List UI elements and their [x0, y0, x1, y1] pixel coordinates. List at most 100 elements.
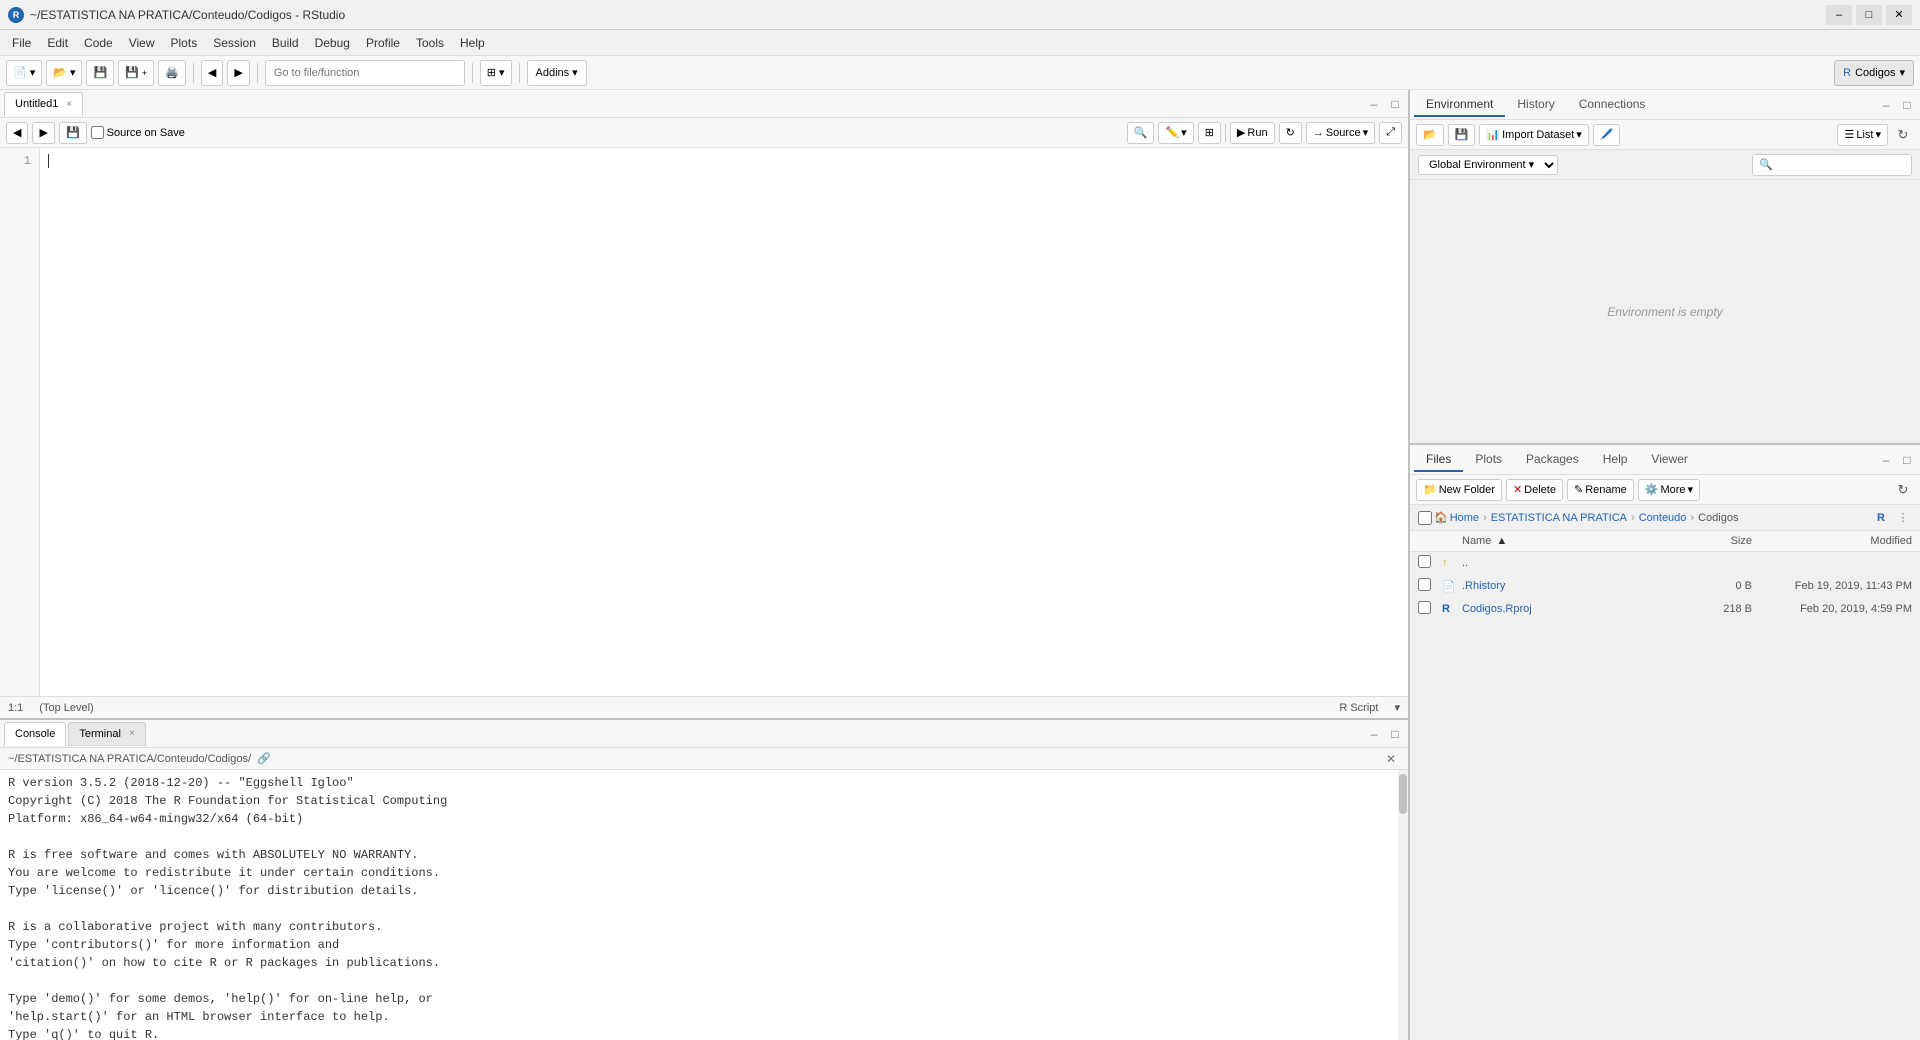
- rproj-check-input[interactable]: [1418, 601, 1431, 614]
- find-button[interactable]: 🔍: [1127, 122, 1155, 144]
- menu-debug[interactable]: Debug: [307, 34, 358, 52]
- source-button[interactable]: → Source ▾: [1306, 122, 1375, 144]
- editor-content[interactable]: 1: [0, 148, 1408, 696]
- modified-col-header[interactable]: Modified: [1752, 535, 1912, 547]
- console-minimize-button[interactable]: –: [1365, 725, 1383, 743]
- new-file-button[interactable]: 📄 ▾: [6, 60, 42, 86]
- back-button[interactable]: ◀: [201, 60, 223, 86]
- compile-button[interactable]: ⊞: [1198, 122, 1221, 144]
- menu-code[interactable]: Code: [76, 34, 121, 52]
- forward-button[interactable]: ▶: [227, 60, 249, 86]
- console-maximize-button[interactable]: □: [1386, 725, 1404, 743]
- file-row-rproj[interactable]: R Codigos.Rproj 218 B Feb 20, 2019, 4:59…: [1410, 598, 1920, 621]
- files-minimize-button[interactable]: –: [1877, 451, 1895, 469]
- console-clear-button[interactable]: ✕: [1382, 750, 1400, 768]
- rproj-checkbox[interactable]: [1418, 601, 1442, 617]
- editor-tab-untitled1[interactable]: Untitled1 ×: [4, 92, 83, 116]
- env-load-button[interactable]: 📂: [1416, 124, 1444, 146]
- menu-edit[interactable]: Edit: [39, 34, 76, 52]
- parent-check-input[interactable]: [1418, 555, 1431, 568]
- breadcrumb-more-button[interactable]: ⋮: [1894, 509, 1912, 527]
- tab-viewer[interactable]: Viewer: [1639, 448, 1699, 472]
- new-folder-button[interactable]: 📁 New Folder: [1416, 479, 1502, 501]
- console-scrollthumb[interactable]: [1399, 774, 1407, 814]
- code-tools-button[interactable]: ✏️ ▾: [1158, 122, 1193, 144]
- file-row-rhistory[interactable]: 📄 .Rhistory 0 B Feb 19, 2019, 11:43 PM: [1410, 575, 1920, 598]
- rproj-name[interactable]: Codigos.Rproj: [1462, 603, 1672, 615]
- menu-file[interactable]: File: [4, 34, 39, 52]
- env-maximize-button[interactable]: □: [1898, 96, 1916, 114]
- menu-help[interactable]: Help: [452, 34, 493, 52]
- env-refresh-button[interactable]: ↻: [1892, 124, 1914, 146]
- rhistory-name[interactable]: .Rhistory: [1462, 580, 1672, 592]
- parent-name[interactable]: ..: [1462, 557, 1672, 569]
- parent-checkbox[interactable]: [1418, 555, 1442, 571]
- breadcrumb-path2[interactable]: Conteudo: [1639, 512, 1687, 524]
- env-select[interactable]: Global Environment ▾: [1418, 155, 1558, 175]
- env-save-button[interactable]: 💾: [1448, 124, 1476, 146]
- menu-build[interactable]: Build: [264, 34, 307, 52]
- breadcrumb-path1[interactable]: ESTATISTICA NA PRATICA: [1491, 512, 1627, 524]
- env-clear-button[interactable]: 🖊️: [1593, 124, 1621, 146]
- env-panel-tabs: Environment History Connections – □: [1410, 90, 1920, 120]
- menu-plots[interactable]: Plots: [163, 34, 206, 52]
- size-col-header[interactable]: Size: [1672, 535, 1752, 547]
- menu-view[interactable]: View: [121, 34, 163, 52]
- console-tab[interactable]: Console: [4, 722, 66, 746]
- rhistory-checkbox[interactable]: [1418, 578, 1442, 594]
- tab-help[interactable]: Help: [1591, 448, 1640, 472]
- go-to-input[interactable]: [265, 60, 465, 86]
- editor-area[interactable]: [40, 148, 1408, 696]
- menu-tools[interactable]: Tools: [408, 34, 452, 52]
- run-button[interactable]: ▶ Run: [1230, 122, 1275, 144]
- breadcrumb-refresh-button[interactable]: R: [1870, 507, 1892, 529]
- tab-files[interactable]: Files: [1414, 448, 1463, 472]
- editor-maximize-button[interactable]: □: [1386, 95, 1404, 113]
- addins-button[interactable]: Addins ▾: [527, 60, 587, 86]
- open-file-button[interactable]: 📂 ▾: [46, 60, 82, 86]
- editor-full-button[interactable]: ⤢: [1379, 122, 1402, 144]
- rhistory-check-input[interactable]: [1418, 578, 1431, 591]
- restore-button[interactable]: □: [1856, 5, 1882, 25]
- source-on-save-label[interactable]: Source on Save: [91, 126, 185, 139]
- console-path-link-icon[interactable]: 🔗: [257, 752, 271, 765]
- menu-profile[interactable]: Profile: [358, 34, 408, 52]
- layout-button[interactable]: ⊞ ▾: [480, 60, 512, 86]
- rerun-button[interactable]: ↻: [1279, 122, 1302, 144]
- name-col-header[interactable]: Name ▲: [1462, 535, 1672, 547]
- env-minimize-button[interactable]: –: [1877, 96, 1895, 114]
- import-dataset-button[interactable]: 📊 Import Dataset ▾: [1479, 124, 1588, 146]
- console-scrollbar[interactable]: [1398, 770, 1408, 1040]
- editor-save-button[interactable]: 💾: [59, 122, 87, 144]
- source-on-save-checkbox[interactable]: [91, 126, 104, 139]
- editor-forward-button[interactable]: ▶: [32, 122, 54, 144]
- print-button[interactable]: 🖨️: [158, 60, 186, 86]
- save-button[interactable]: 💾: [86, 60, 114, 86]
- rename-button[interactable]: ✎ Rename: [1567, 479, 1634, 501]
- close-button[interactable]: ✕: [1886, 5, 1912, 25]
- terminal-close-icon[interactable]: ×: [129, 728, 135, 739]
- save-all-button[interactable]: 💾+: [118, 60, 154, 86]
- more-button[interactable]: ⚙️ More ▾: [1638, 479, 1700, 501]
- tab-environment[interactable]: Environment: [1414, 93, 1505, 117]
- breadcrumb-home[interactable]: Home: [1450, 512, 1479, 524]
- menu-session[interactable]: Session: [205, 34, 264, 52]
- terminal-tab[interactable]: Terminal ×: [68, 722, 145, 746]
- file-row-parent[interactable]: ↑ ..: [1410, 552, 1920, 575]
- files-refresh-button[interactable]: ↻: [1892, 479, 1914, 501]
- files-maximize-button[interactable]: □: [1898, 451, 1916, 469]
- tab-close-icon[interactable]: ×: [66, 99, 72, 110]
- tab-packages[interactable]: Packages: [1514, 448, 1591, 472]
- editor-back-button[interactable]: ◀: [6, 122, 28, 144]
- delete-button[interactable]: ✕ Delete: [1506, 479, 1563, 501]
- editor-minimize-button[interactable]: –: [1365, 95, 1383, 113]
- list-view-button[interactable]: ☰ List ▾: [1837, 124, 1888, 146]
- breadcrumb-checkbox[interactable]: [1418, 511, 1432, 525]
- tab-plots[interactable]: Plots: [1463, 448, 1514, 472]
- env-search-input[interactable]: [1752, 154, 1912, 176]
- tab-connections[interactable]: Connections: [1567, 93, 1658, 117]
- tab-history[interactable]: History: [1505, 93, 1566, 117]
- minimize-button[interactable]: –: [1826, 5, 1852, 25]
- project-button[interactable]: R Codigos ▾: [1834, 60, 1914, 86]
- console-content[interactable]: R version 3.5.2 (2018-12-20) -- "Eggshel…: [0, 770, 1408, 1040]
